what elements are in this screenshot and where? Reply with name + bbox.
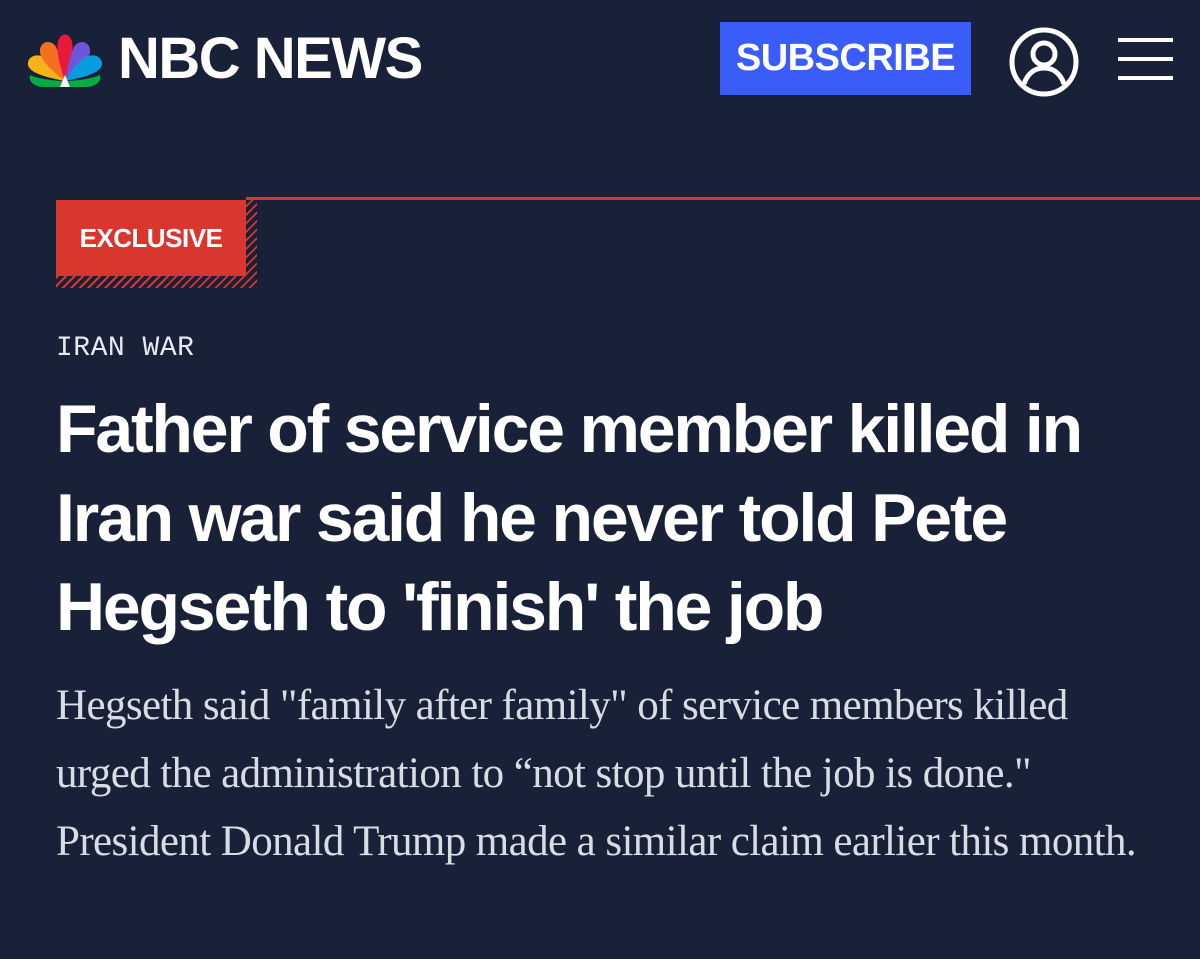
subscribe-button[interactable]: SUBSCRIBE	[720, 22, 971, 95]
article-headline: Father of service member killed in Iran …	[56, 391, 1083, 645]
brand-name: NBC NEWS	[118, 26, 423, 91]
exclusive-badge: EXCLUSIVE	[56, 200, 257, 288]
nbc-news-logo[interactable]: NBC NEWS	[26, 26, 423, 91]
user-account-icon[interactable]	[1008, 26, 1080, 98]
exclusive-label: EXCLUSIVE	[56, 200, 246, 276]
section-divider	[246, 197, 1200, 200]
site-header: NBC NEWS SUBSCRIBE	[0, 0, 1200, 120]
section-link-iran-war[interactable]: IRAN WAR	[56, 333, 194, 364]
hamburger-menu-icon[interactable]	[1118, 36, 1173, 82]
article-dek: Hegseth said "family after family" of se…	[56, 682, 1137, 865]
nbc-peacock-icon	[27, 34, 103, 87]
